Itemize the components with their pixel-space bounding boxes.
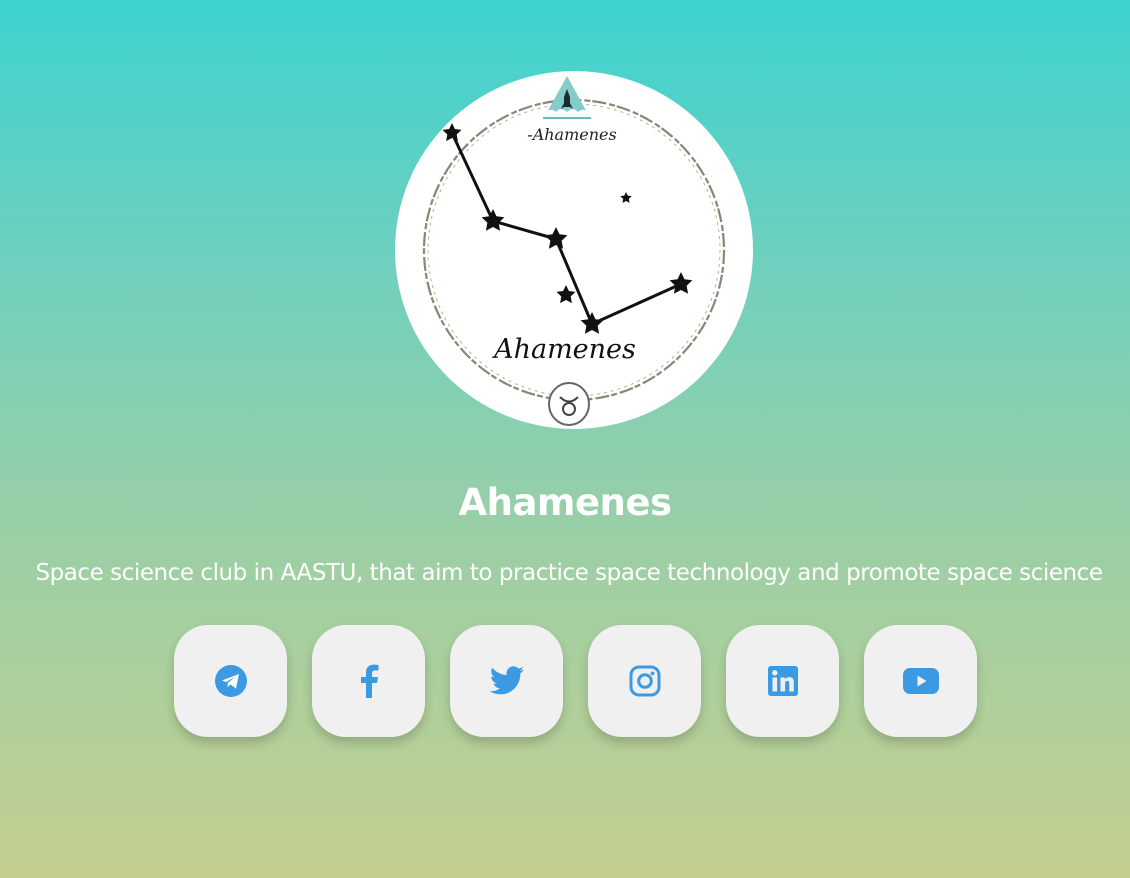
- star-icon: [580, 312, 604, 334]
- linkedin-button[interactable]: [726, 625, 839, 737]
- instagram-icon: [629, 665, 660, 697]
- linkedin-icon: [767, 666, 798, 696]
- page-title: Ahamenes: [458, 481, 672, 524]
- youtube-button[interactable]: [864, 625, 977, 737]
- constellation-stars: [442, 123, 693, 334]
- club-tagline: Space science club in AASTU, that aim to…: [35, 560, 1103, 586]
- constellation-emblem: -Ahamenes Ahamenes: [422, 76, 726, 426]
- telegram-button[interactable]: [174, 625, 287, 737]
- star-icon: [481, 209, 505, 231]
- instagram-button[interactable]: [588, 625, 701, 737]
- twitter-button[interactable]: [450, 625, 563, 737]
- club-logo: -Ahamenes Ahamenes: [395, 71, 753, 429]
- star-icon: [669, 272, 693, 294]
- facebook-button[interactable]: [312, 625, 425, 737]
- taurus-icon: [548, 382, 590, 426]
- youtube-icon: [902, 668, 939, 694]
- star-icon: [544, 227, 568, 249]
- twitter-icon: [489, 666, 524, 695]
- star-icon: [442, 123, 462, 142]
- star-icon: [556, 285, 576, 304]
- logo-main-text: Ahamenes: [491, 334, 636, 365]
- social-links: [174, 625, 977, 737]
- logo-top-text: -Ahamenes: [527, 125, 616, 144]
- telegram-icon: [214, 665, 247, 697]
- facebook-icon: [360, 664, 378, 698]
- rocket-emblem-icon: [543, 76, 591, 119]
- star-icon: [620, 192, 632, 203]
